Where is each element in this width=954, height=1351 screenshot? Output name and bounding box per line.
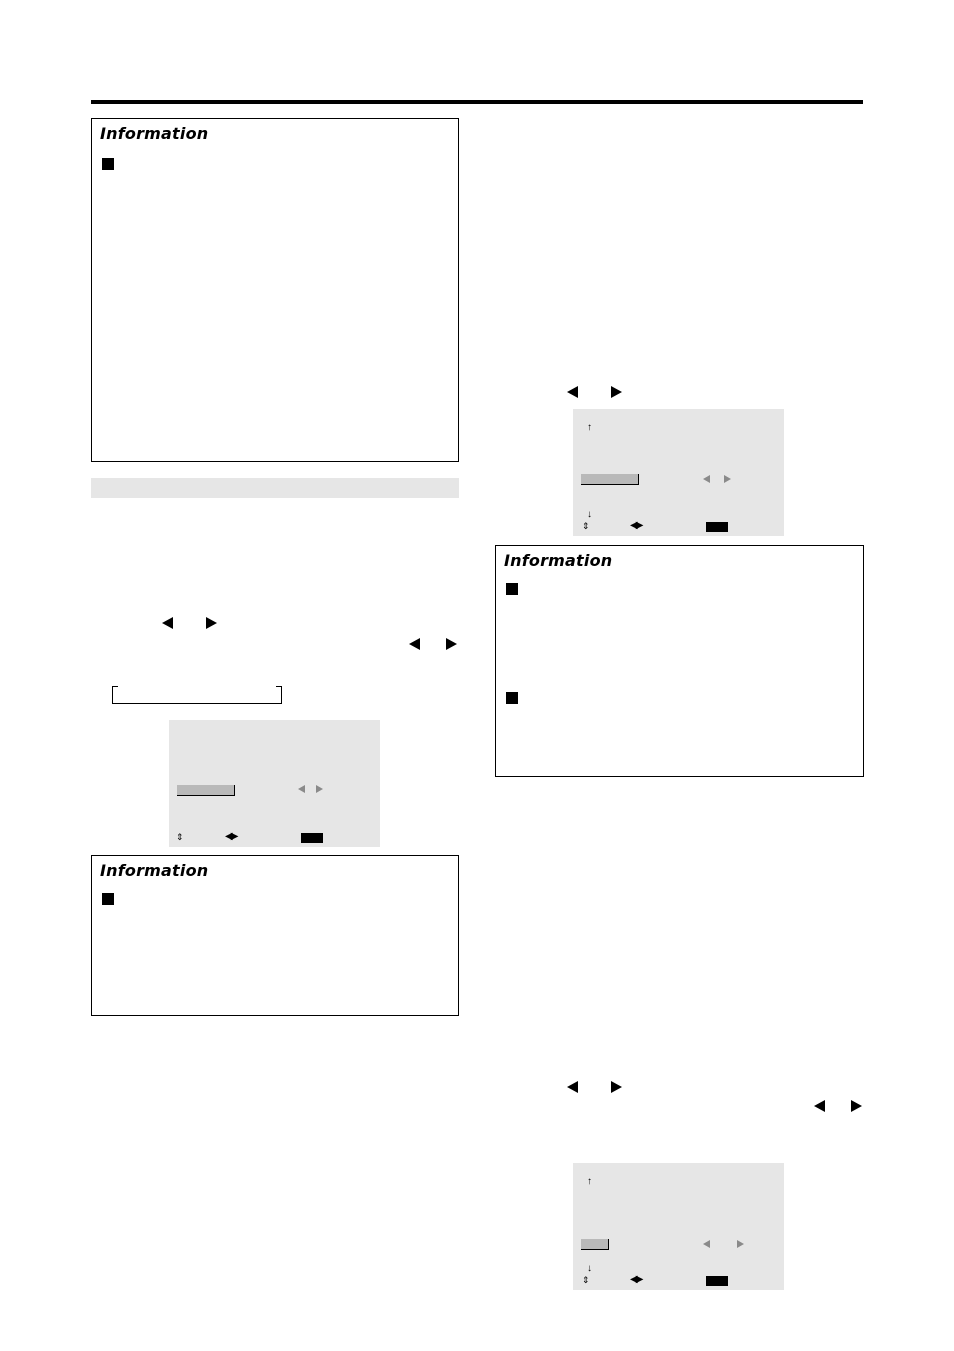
- right-arrow-icon: [611, 1081, 622, 1093]
- exit-key-icon: [301, 833, 323, 843]
- osd-right-arrow-icon: [316, 785, 323, 793]
- information-box: Information: [495, 545, 864, 777]
- up-down-icon: ⇕: [582, 1275, 590, 1285]
- right-arrow-icon: [206, 617, 217, 629]
- left-right-icon: ◀▶: [630, 1274, 643, 1285]
- osd-selected-field: [581, 474, 639, 485]
- section-heading-bar: [91, 478, 459, 498]
- exit-key-icon: [706, 522, 728, 532]
- square-bullet-icon: [102, 158, 114, 170]
- osd-left-arrow-icon: [703, 475, 710, 483]
- left-arrow-icon: [567, 386, 578, 398]
- information-box: Information: [91, 118, 459, 462]
- right-arrow-icon: [611, 386, 622, 398]
- left-arrow-icon: [162, 617, 173, 629]
- left-arrow-icon: [409, 638, 420, 650]
- exit-key-icon: [706, 1276, 728, 1286]
- osd-selected-field: [581, 1239, 609, 1250]
- osd-left-arrow-icon: [703, 1240, 710, 1248]
- information-title: Information: [100, 124, 209, 143]
- square-bullet-icon: [506, 583, 518, 595]
- osd-menu-screen: ⇕ ◀▶: [169, 720, 380, 847]
- header-rule: [91, 100, 863, 104]
- down-arrow-icon: ↓: [587, 509, 592, 520]
- up-down-icon: ⇕: [582, 521, 590, 531]
- osd-right-arrow-icon: [724, 475, 731, 483]
- left-arrow-icon: [567, 1081, 578, 1093]
- osd-selected-field: [177, 785, 235, 796]
- square-bullet-icon: [506, 692, 518, 704]
- information-title: Information: [504, 551, 613, 570]
- left-arrow-icon: [814, 1100, 825, 1112]
- left-right-icon: ◀▶: [630, 520, 643, 531]
- square-bullet-icon: [102, 893, 114, 905]
- osd-left-arrow-icon: [298, 785, 305, 793]
- osd-menu-screen: ↑ ↓ ⇕ ◀▶: [573, 409, 784, 536]
- information-title: Information: [100, 861, 209, 880]
- right-arrow-icon: [446, 638, 457, 650]
- right-arrow-icon: [851, 1100, 862, 1112]
- down-arrow-icon: ↓: [587, 1263, 592, 1274]
- up-arrow-icon: ↑: [587, 1176, 592, 1187]
- osd-right-arrow-icon: [737, 1240, 744, 1248]
- information-box: Information: [91, 855, 459, 1016]
- left-right-icon: ◀▶: [225, 831, 238, 842]
- up-down-icon: ⇕: [176, 832, 184, 842]
- label-bracket: [112, 686, 282, 704]
- osd-menu-screen: ↑ ↓ ⇕ ◀▶: [573, 1163, 784, 1290]
- up-arrow-icon: ↑: [587, 422, 592, 433]
